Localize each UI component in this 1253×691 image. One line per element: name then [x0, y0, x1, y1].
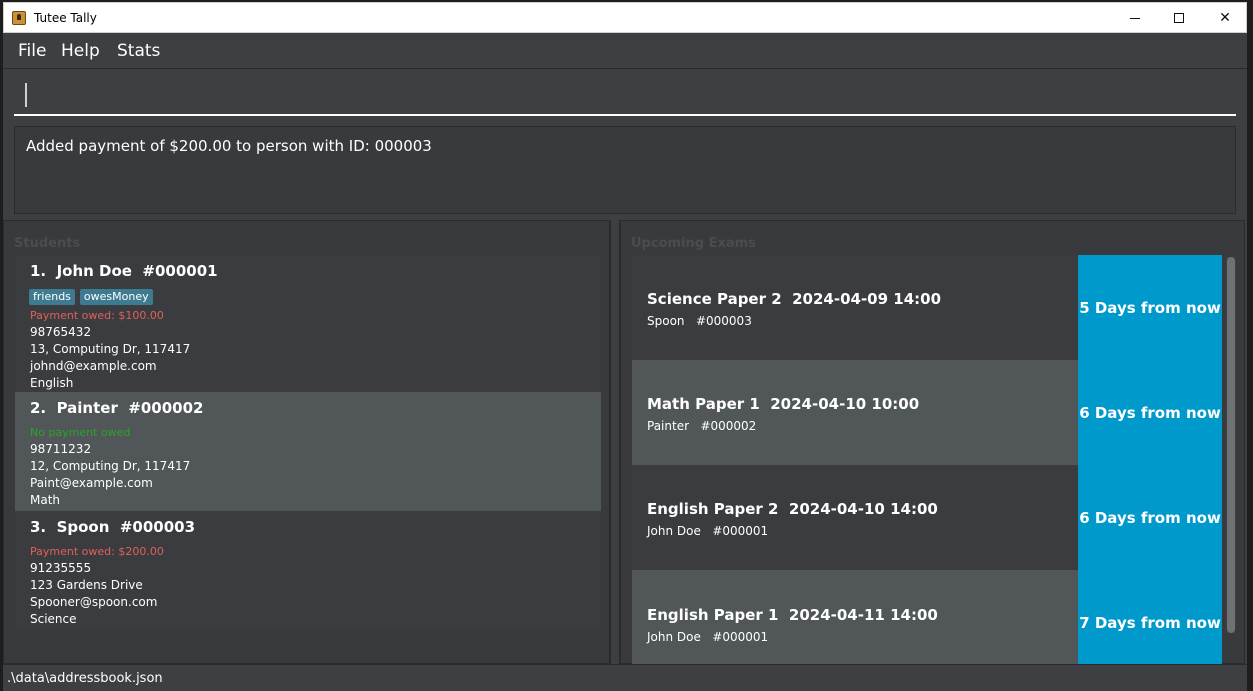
text-caret [25, 83, 27, 107]
exam-info: Math Paper 1 2024-04-10 10:00 Painter #0… [632, 360, 1078, 465]
exams-header: Upcoming Exams [631, 236, 756, 251]
person-email: Spooner@spoon.com [30, 595, 158, 609]
command-input[interactable] [14, 74, 1236, 116]
person-name: 1. John Doe #000001 [30, 262, 218, 280]
minimize-icon [1130, 17, 1140, 19]
person-card[interactable]: 1. John Doe #000001 friends owesMoney Pa… [15, 255, 601, 392]
close-icon: ✕ [1219, 10, 1231, 26]
app-window: Tutee Tally ✕ File Help Stats Added paym… [3, 2, 1247, 691]
person-list[interactable]: 1. John Doe #000001 friends owesMoney Pa… [15, 255, 601, 630]
exam-countdown: 6 Days from now [1078, 465, 1222, 570]
exam-student: Spoon #000003 [647, 314, 752, 328]
data-file-path: .\data\addressbook.json [7, 671, 163, 686]
exam-scrollbar[interactable] [1226, 257, 1236, 633]
close-button[interactable]: ✕ [1202, 3, 1247, 33]
payment-status: Payment owed: $100.00 [30, 309, 164, 322]
exam-student: John Doe #000001 [647, 524, 769, 538]
person-address: 12, Computing Dr, 117417 [30, 459, 191, 473]
person-phone: 98765432 [30, 325, 92, 339]
person-address: 13, Computing Dr, 117417 [30, 342, 191, 356]
person-card[interactable]: 3. Spoon #000003 Payment owed: $200.00 9… [15, 511, 601, 630]
exam-item[interactable]: English Paper 2 2024-04-10 14:00 John Do… [632, 465, 1222, 570]
title-bar[interactable]: Tutee Tally ✕ [3, 2, 1247, 33]
person-email: johnd@example.com [30, 359, 157, 373]
students-panel: Students 1. John Doe #000001 friends owe… [3, 220, 610, 664]
payment-status: Payment owed: $200.00 [30, 545, 164, 558]
result-display[interactable]: Added payment of $200.00 to person with … [14, 126, 1236, 214]
person-address: 123 Gardens Drive [30, 578, 143, 592]
person-name: 3. Spoon #000003 [30, 518, 196, 536]
exam-info: English Paper 1 2024-04-11 14:00 John Do… [632, 570, 1078, 675]
exam-title: Math Paper 1 2024-04-10 10:00 [647, 395, 920, 413]
minimize-button[interactable] [1112, 3, 1158, 33]
exam-title: English Paper 2 2024-04-10 14:00 [647, 500, 938, 518]
exam-info: English Paper 2 2024-04-10 14:00 John Do… [632, 465, 1078, 570]
exam-countdown: 7 Days from now [1078, 570, 1222, 675]
person-name: 2. Painter #000002 [30, 399, 204, 417]
exam-title: Science Paper 2 2024-04-09 14:00 [647, 290, 942, 308]
exam-student: John Doe #000001 [647, 630, 769, 644]
maximize-button[interactable] [1156, 3, 1202, 33]
main-content: Students 1. John Doe #000001 friends owe… [3, 220, 1247, 675]
person-subject: Math [30, 493, 61, 507]
app-icon [12, 11, 26, 25]
menu-bar: File Help Stats [3, 33, 1247, 69]
tag: friends [29, 289, 75, 305]
exams-panel: Upcoming Exams Science Paper 2 2024-04-0… [620, 220, 1245, 675]
person-subject: Science [30, 612, 77, 626]
person-phone: 98711232 [30, 442, 92, 456]
split-divider[interactable] [610, 220, 620, 664]
exam-student: Painter #000002 [647, 419, 757, 433]
exam-list[interactable]: Science Paper 2 2024-04-09 14:00 Spoon #… [632, 255, 1222, 675]
payment-status: No payment owed [30, 426, 131, 439]
menu-help[interactable]: Help [61, 41, 100, 61]
result-message: Added payment of $200.00 to person with … [26, 137, 432, 155]
person-phone: 91235555 [30, 561, 92, 575]
exam-countdown: 6 Days from now [1078, 360, 1222, 465]
menu-file[interactable]: File [18, 41, 46, 61]
person-email: Paint@example.com [30, 476, 153, 490]
students-header: Students [14, 236, 81, 251]
exam-info: Science Paper 2 2024-04-09 14:00 Spoon #… [632, 255, 1078, 360]
exam-item[interactable]: English Paper 1 2024-04-11 14:00 John Do… [632, 570, 1222, 675]
exam-item[interactable]: Math Paper 1 2024-04-10 10:00 Painter #0… [632, 360, 1222, 465]
window-title: Tutee Tally [34, 11, 97, 25]
command-box [3, 70, 1247, 122]
person-card[interactable]: 2. Painter #000002 No payment owed 98711… [15, 392, 601, 511]
exam-countdown: 5 Days from now [1078, 255, 1222, 360]
scrollbar-thumb[interactable] [1227, 257, 1235, 633]
tag-list: friends owesMoney [29, 289, 601, 305]
status-bar: .\data\addressbook.json [3, 664, 1247, 691]
tag: owesMoney [79, 289, 153, 305]
person-subject: English [30, 376, 74, 390]
exam-title: English Paper 1 2024-04-11 14:00 [647, 606, 938, 624]
menu-stats[interactable]: Stats [117, 41, 160, 61]
maximize-icon [1174, 13, 1184, 23]
exam-item[interactable]: Science Paper 2 2024-04-09 14:00 Spoon #… [632, 255, 1222, 360]
